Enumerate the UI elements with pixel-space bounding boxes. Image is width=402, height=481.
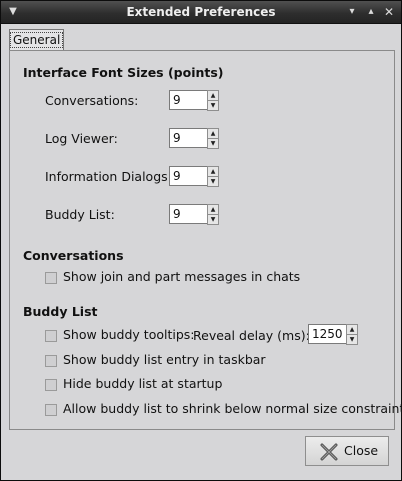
conversations-font-label: Conversations: [45, 93, 139, 108]
decrement-icon[interactable]: ▼ [207, 100, 219, 111]
decrement-icon[interactable]: ▼ [207, 214, 219, 225]
window-title: Extended Preferences [126, 5, 276, 19]
minimize-icon[interactable]: ▾ [344, 1, 360, 23]
decrement-icon[interactable]: ▼ [207, 138, 219, 149]
allow-shrink-label[interactable]: Allow buddy list to shrink below normal … [63, 401, 402, 417]
log-viewer-font-field[interactable]: 9 [169, 128, 209, 148]
font-sizes-heading: Interface Font Sizes (points) [23, 65, 224, 80]
buddy-list-font-field[interactable]: 9 [169, 204, 209, 224]
title-bar[interactable]: ▼ Extended Preferences ▾ ▴ ✕ [1, 1, 401, 24]
reveal-delay-field[interactable]: 1250 [308, 324, 348, 344]
reveal-delay-spinner[interactable]: 1250 ▲ ▼ [308, 324, 358, 345]
allow-shrink-checkbox[interactable] [45, 404, 57, 416]
buddy-tooltips-checkbox[interactable] [45, 330, 57, 342]
log-viewer-font-spinner[interactable]: 9 ▲ ▼ [169, 128, 219, 149]
taskbar-entry-label[interactable]: Show buddy list entry in taskbar [63, 352, 266, 368]
conversations-font-field[interactable]: 9 [169, 90, 209, 110]
decrement-icon[interactable]: ▼ [346, 334, 358, 345]
tab-general-label: General [10, 32, 64, 48]
buddy-list-font-spinner[interactable]: 9 ▲ ▼ [169, 204, 219, 225]
information-dialogs-font-spinner[interactable]: 9 ▲ ▼ [169, 166, 219, 187]
close-button-label: Close [344, 443, 379, 458]
join-part-messages-label[interactable]: Show join and part messages in chats [63, 269, 300, 285]
preferences-window: ▼ Extended Preferences ▾ ▴ ✕ General Int… [0, 0, 402, 481]
hide-at-startup-label[interactable]: Hide buddy list at startup [63, 376, 222, 392]
close-x-icon [320, 443, 338, 461]
buddy-list-font-label: Buddy List: [45, 207, 115, 222]
information-dialogs-font-label: Information Dialogs: [45, 169, 172, 184]
information-dialogs-font-field[interactable]: 9 [169, 166, 209, 186]
join-part-messages-checkbox[interactable] [45, 272, 57, 284]
taskbar-entry-checkbox[interactable] [45, 355, 57, 367]
buddy-list-heading: Buddy List [23, 304, 98, 319]
reveal-delay-label: Reveal delay (ms): [193, 328, 310, 343]
log-viewer-font-label: Log Viewer: [45, 131, 118, 146]
maximize-icon[interactable]: ▴ [363, 1, 379, 23]
general-panel: Interface Font Sizes (points) Conversati… [9, 50, 402, 430]
tab-general[interactable]: General [9, 29, 64, 50]
conversations-font-spinner[interactable]: 9 ▲ ▼ [169, 90, 219, 111]
close-icon[interactable]: ✕ [381, 1, 397, 23]
decrement-icon[interactable]: ▼ [207, 176, 219, 187]
close-button[interactable]: Close [305, 436, 389, 466]
buddy-tooltips-label[interactable]: Show buddy tooltips: [63, 327, 195, 343]
hide-at-startup-checkbox[interactable] [45, 379, 57, 391]
conversations-heading: Conversations [23, 248, 124, 263]
